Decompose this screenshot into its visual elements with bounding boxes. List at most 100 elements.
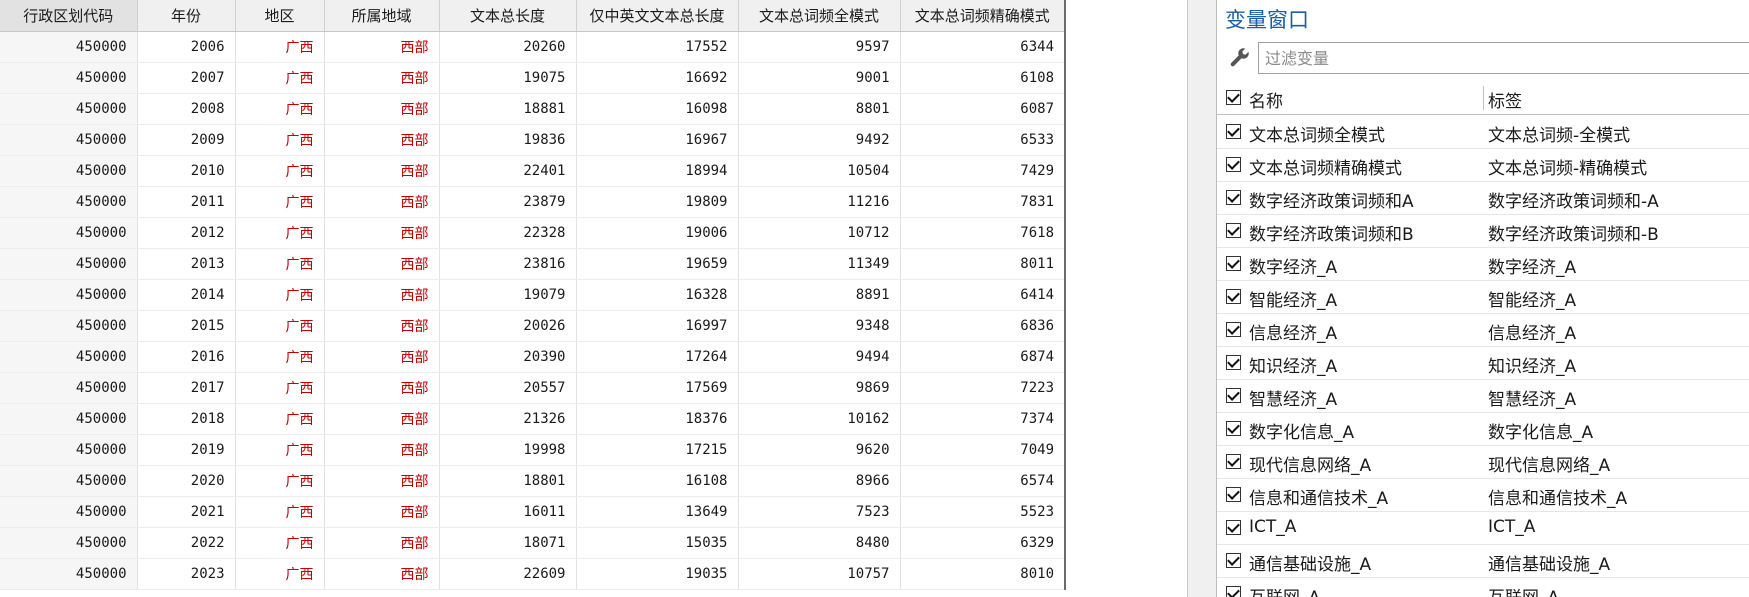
table-cell[interactable]: 450000 xyxy=(0,496,138,528)
checkbox-checked-icon[interactable] xyxy=(1226,355,1241,370)
column-header[interactable]: 文本总长度 xyxy=(439,0,577,32)
table-cell[interactable]: 广西 xyxy=(235,434,325,466)
checkbox-checked-icon[interactable] xyxy=(1226,223,1241,238)
checkbox-checked-icon[interactable] xyxy=(1226,157,1241,172)
table-row[interactable]: 450000 2019 广西 西部 19998 17215 9620 7049 xyxy=(0,434,1066,466)
table-cell[interactable]: 5523 xyxy=(900,496,1066,528)
table-cell[interactable]: 16692 xyxy=(576,62,739,94)
checkbox-checked-icon[interactable] xyxy=(1226,487,1241,502)
table-cell[interactable]: 9869 xyxy=(738,372,901,404)
table-cell[interactable]: 18071 xyxy=(439,527,577,559)
table-cell[interactable]: 2021 xyxy=(137,496,236,528)
data-grid[interactable]: 行政区划代码 年份 地区 所属地域 文本总长度 仅中英文文本总长度 文本总词频全… xyxy=(0,0,1187,597)
variable-row[interactable]: 互联网_A 互联网_A xyxy=(1217,578,1749,597)
table-cell[interactable]: 6414 xyxy=(900,279,1066,311)
checkbox-checked-icon[interactable] xyxy=(1226,454,1241,469)
variable-row[interactable]: 数字化信息_A 数字化信息_A xyxy=(1217,413,1749,446)
table-cell[interactable]: 450000 xyxy=(0,310,138,342)
table-cell[interactable]: 西部 xyxy=(324,465,440,497)
table-cell[interactable]: 2010 xyxy=(137,155,236,187)
table-row[interactable]: 450000 2023 广西 西部 22609 19035 10757 8010 xyxy=(0,558,1066,590)
table-cell[interactable]: 西部 xyxy=(324,248,440,280)
table-cell[interactable]: 20026 xyxy=(439,310,577,342)
table-cell[interactable]: 6533 xyxy=(900,124,1066,156)
table-cell[interactable]: 2008 xyxy=(137,93,236,125)
checkbox-checked-icon[interactable] xyxy=(1226,190,1241,205)
column-header[interactable]: 行政区划代码 xyxy=(0,0,138,32)
table-row[interactable]: 450000 2016 广西 西部 20390 17264 9494 6874 xyxy=(0,341,1066,373)
table-cell[interactable]: 6329 xyxy=(900,527,1066,559)
table-cell[interactable]: 450000 xyxy=(0,248,138,280)
filter-variables-input[interactable] xyxy=(1258,42,1749,74)
table-cell[interactable]: 20260 xyxy=(439,31,577,63)
table-cell[interactable]: 11216 xyxy=(738,186,901,218)
table-cell[interactable]: 西部 xyxy=(324,93,440,125)
column-header[interactable]: 年份 xyxy=(137,0,236,32)
table-cell[interactable]: 广西 xyxy=(235,217,325,249)
table-cell[interactable]: 23816 xyxy=(439,248,577,280)
table-cell[interactable]: 450000 xyxy=(0,93,138,125)
column-separator[interactable] xyxy=(1483,86,1484,110)
table-cell[interactable]: 450000 xyxy=(0,124,138,156)
table-cell[interactable]: 西部 xyxy=(324,496,440,528)
table-cell[interactable]: 2012 xyxy=(137,217,236,249)
variable-row[interactable]: 通信基础设施_A 通信基础设施_A xyxy=(1217,545,1749,578)
table-cell[interactable]: 广西 xyxy=(235,93,325,125)
table-cell[interactable]: 西部 xyxy=(324,403,440,435)
variable-row[interactable]: 数字经济_A 数字经济_A xyxy=(1217,248,1749,281)
table-row[interactable]: 450000 2012 广西 西部 22328 19006 10712 7618 xyxy=(0,217,1066,249)
checkbox-checked-icon[interactable] xyxy=(1226,256,1241,271)
table-row[interactable]: 450000 2014 广西 西部 19079 16328 8891 6414 xyxy=(0,279,1066,311)
table-cell[interactable]: 450000 xyxy=(0,62,138,94)
table-cell[interactable]: 18376 xyxy=(576,403,739,435)
table-cell[interactable]: 广西 xyxy=(235,527,325,559)
table-cell[interactable]: 450000 xyxy=(0,279,138,311)
variable-row[interactable]: 数字经济政策词频和B 数字经济政策词频和-B xyxy=(1217,215,1749,248)
table-cell[interactable]: 7429 xyxy=(900,155,1066,187)
table-cell[interactable]: 8966 xyxy=(738,465,901,497)
table-cell[interactable]: 西部 xyxy=(324,434,440,466)
table-cell[interactable]: 2018 xyxy=(137,403,236,435)
table-row[interactable]: 450000 2008 广西 西部 18881 16098 8801 6087 xyxy=(0,93,1066,125)
table-cell[interactable]: 9001 xyxy=(738,62,901,94)
table-cell[interactable]: 西部 xyxy=(324,62,440,94)
table-cell[interactable]: 2015 xyxy=(137,310,236,342)
variable-row[interactable]: 信息和通信技术_A 信息和通信技术_A xyxy=(1217,479,1749,512)
table-cell[interactable]: 9492 xyxy=(738,124,901,156)
table-cell[interactable]: 450000 xyxy=(0,527,138,559)
column-header[interactable]: 文本总词频全模式 xyxy=(738,0,901,32)
table-cell[interactable]: 2023 xyxy=(137,558,236,590)
table-cell[interactable]: 广西 xyxy=(235,310,325,342)
table-cell[interactable]: 16967 xyxy=(576,124,739,156)
table-cell[interactable]: 17264 xyxy=(576,341,739,373)
table-cell[interactable]: 2009 xyxy=(137,124,236,156)
table-cell[interactable]: 2022 xyxy=(137,527,236,559)
table-cell[interactable]: 西部 xyxy=(324,124,440,156)
table-cell[interactable]: 23879 xyxy=(439,186,577,218)
table-cell[interactable]: 16108 xyxy=(576,465,739,497)
table-cell[interactable]: 450000 xyxy=(0,217,138,249)
variable-row[interactable]: 现代信息网络_A 现代信息网络_A xyxy=(1217,446,1749,479)
table-cell[interactable]: 7374 xyxy=(900,403,1066,435)
table-row[interactable]: 450000 2021 广西 西部 16011 13649 7523 5523 xyxy=(0,496,1066,528)
checkbox-checked-icon[interactable] xyxy=(1226,124,1241,139)
table-cell[interactable]: 广西 xyxy=(235,62,325,94)
table-cell[interactable]: 450000 xyxy=(0,186,138,218)
table-cell[interactable]: 广西 xyxy=(235,248,325,280)
table-cell[interactable]: 450000 xyxy=(0,372,138,404)
table-cell[interactable]: 广西 xyxy=(235,496,325,528)
variable-row[interactable]: 数字经济政策词频和A 数字经济政策词频和-A xyxy=(1217,182,1749,215)
table-cell[interactable]: 8011 xyxy=(900,248,1066,280)
variable-row[interactable]: 信息经济_A 信息经济_A xyxy=(1217,314,1749,347)
table-cell[interactable]: 2016 xyxy=(137,341,236,373)
table-cell[interactable]: 9348 xyxy=(738,310,901,342)
table-cell[interactable]: 450000 xyxy=(0,434,138,466)
table-cell[interactable]: 19659 xyxy=(576,248,739,280)
column-header[interactable]: 文本总词频精确模式 xyxy=(900,0,1066,32)
table-cell[interactable]: 西部 xyxy=(324,186,440,218)
table-cell[interactable]: 6574 xyxy=(900,465,1066,497)
table-cell[interactable]: 7618 xyxy=(900,217,1066,249)
table-cell[interactable]: 2017 xyxy=(137,372,236,404)
table-cell[interactable]: 9494 xyxy=(738,341,901,373)
checkbox-checked-icon[interactable] xyxy=(1226,322,1241,337)
